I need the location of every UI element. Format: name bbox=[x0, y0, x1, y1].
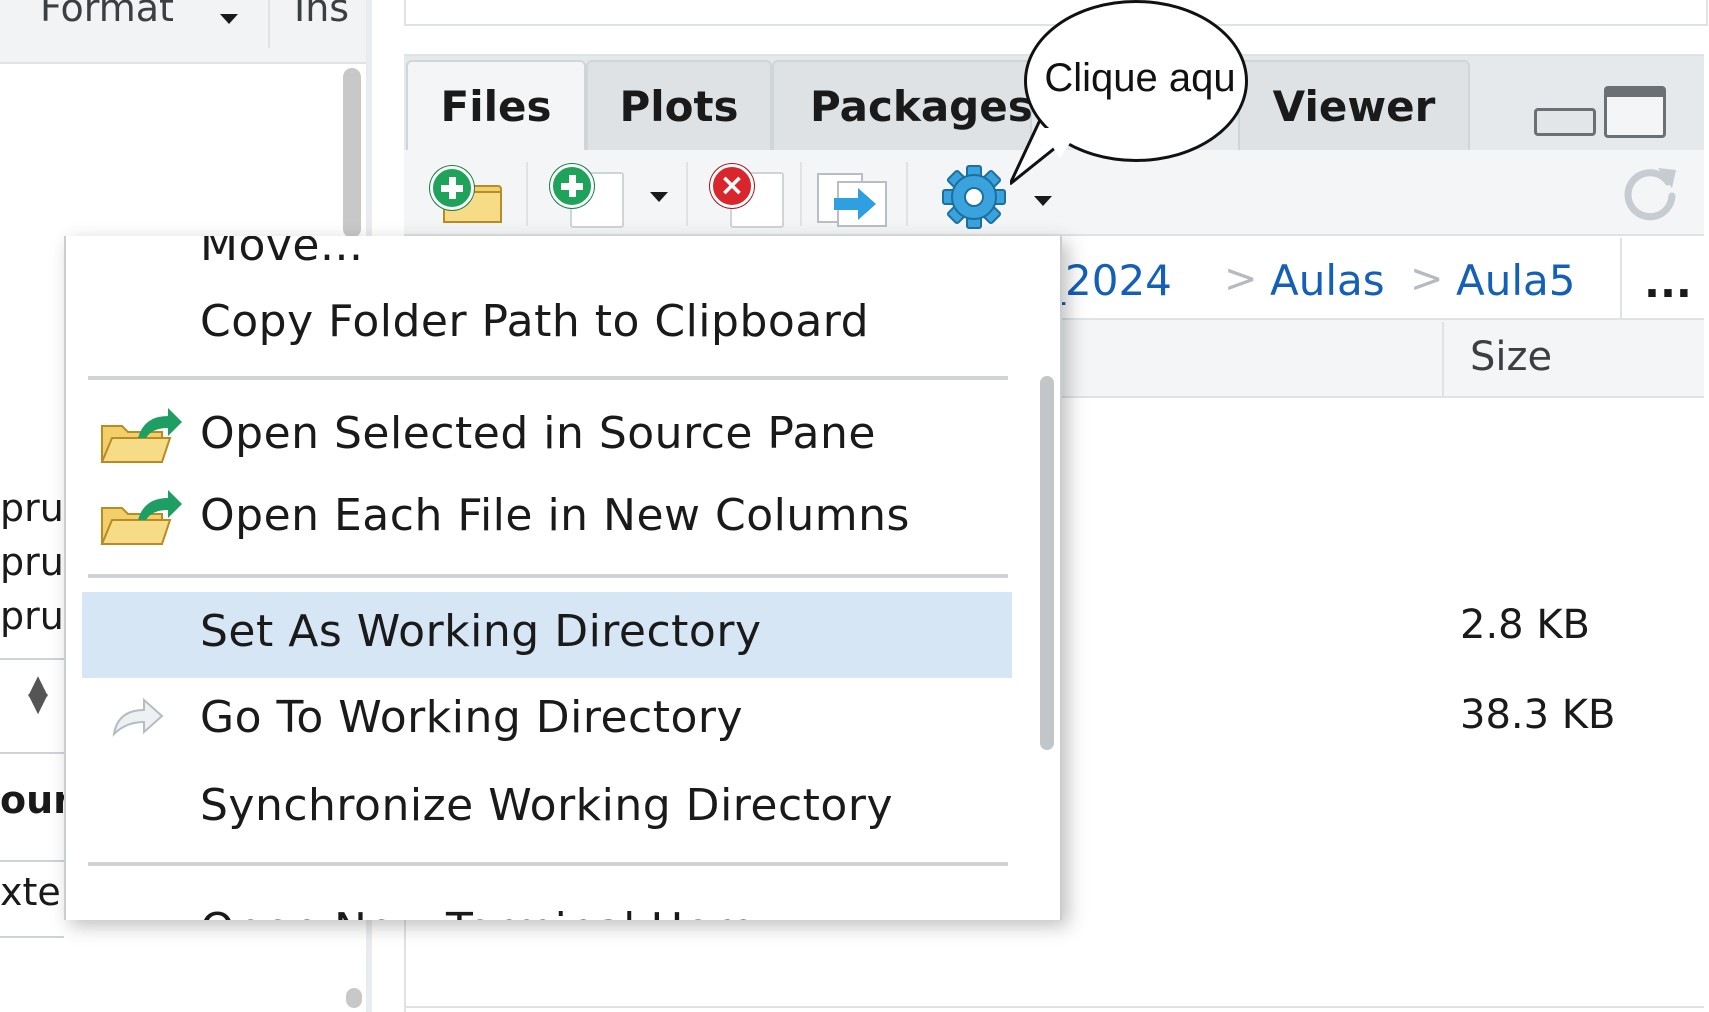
menu-item-copy-folder-path[interactable]: Copy Folder Path to Clipboard bbox=[66, 282, 1032, 368]
section-heading: our bbox=[0, 778, 64, 822]
menu-item-label: Synchronize Working Directory bbox=[200, 780, 893, 831]
format-caret-icon[interactable] bbox=[220, 14, 238, 24]
more-gear-button[interactable] bbox=[940, 164, 1008, 230]
new-folder-button[interactable] bbox=[430, 166, 506, 224]
menu-item-open-terminal-here[interactable]: Open New Terminal Here bbox=[66, 890, 1032, 920]
plus-icon bbox=[550, 164, 594, 208]
menu-item-label: Copy Folder Path to Clipboard bbox=[200, 296, 870, 347]
maximize-pane-button[interactable] bbox=[1604, 86, 1666, 138]
menu-item-label: Go To Working Directory bbox=[200, 692, 744, 743]
menu-item-label: Open New Terminal Here bbox=[200, 904, 757, 920]
menu-scrollbar-thumb[interactable] bbox=[1040, 376, 1054, 750]
open-folder-arrow-icon bbox=[100, 490, 182, 545]
format-menu[interactable]: Format bbox=[40, 0, 174, 30]
breadcrumb-separator: > bbox=[1410, 256, 1444, 302]
toolbar-divider bbox=[906, 162, 908, 226]
console-line: pruc bbox=[0, 486, 64, 530]
bubble-tail-cover bbox=[1040, 128, 1080, 158]
scrollbar-thumb[interactable] bbox=[346, 988, 362, 1008]
more-options-menu: Move... Copy Folder Path to Clipboard Op… bbox=[64, 236, 1062, 920]
menu-separator bbox=[88, 574, 1008, 578]
tab-plots[interactable]: Plots bbox=[586, 60, 772, 150]
menu-item-synchronize-working-directory[interactable]: Synchronize Working Directory bbox=[66, 766, 1032, 852]
tab-packages[interactable]: Packages bbox=[772, 60, 1033, 150]
breadcrumb-separator: > bbox=[1224, 256, 1258, 302]
divider bbox=[0, 936, 64, 938]
open-folder-arrow-icon bbox=[100, 408, 182, 463]
menu-item-open-in-source-pane[interactable]: Open Selected in Source Pane bbox=[66, 394, 1032, 480]
tab-label: Viewer bbox=[1272, 82, 1436, 131]
callout-text: Clique aqu bbox=[1044, 56, 1236, 100]
toolbar-divider bbox=[686, 162, 688, 226]
file-size-cell: 38.3 KB bbox=[1460, 692, 1616, 738]
breadcrumb-more-button[interactable]: ... bbox=[1644, 258, 1692, 307]
rename-icon bbox=[817, 173, 887, 227]
divider bbox=[0, 860, 64, 862]
menu-item-open-each-in-new-columns[interactable]: Open Each File in New Columns bbox=[66, 476, 1032, 562]
source-scrollbar[interactable] bbox=[343, 68, 361, 238]
menu-separator bbox=[88, 376, 1008, 380]
toolbar-divider bbox=[526, 162, 528, 226]
refresh-button[interactable] bbox=[1618, 160, 1682, 224]
breadcrumb-item[interactable]: _2024 bbox=[1044, 256, 1172, 305]
console-line: pruc bbox=[0, 594, 64, 638]
delete-x-icon: × bbox=[710, 164, 754, 208]
toolbar-divider bbox=[800, 162, 802, 226]
insert-label: Ins bbox=[294, 0, 350, 30]
menu-item-set-working-directory[interactable]: Set As Working Directory bbox=[82, 592, 1012, 678]
format-label: Format bbox=[40, 0, 174, 30]
tab-label: Packages bbox=[810, 82, 1033, 131]
sort-icon[interactable]: ▲ ▼ bbox=[24, 672, 52, 716]
gear-icon bbox=[942, 165, 1006, 229]
tab-label: Plots bbox=[619, 82, 739, 131]
source-toolbar: Format Ins bbox=[0, 0, 370, 64]
new-file-caret-icon[interactable] bbox=[650, 192, 668, 202]
file-size-cell: 2.8 KB bbox=[1460, 602, 1590, 648]
divider bbox=[404, 1006, 1704, 1008]
tab-label: Files bbox=[440, 82, 552, 131]
tab-viewer[interactable]: Viewer bbox=[1238, 60, 1470, 150]
divider bbox=[1620, 238, 1622, 318]
menu-item-label: Open Each File in New Columns bbox=[200, 490, 910, 541]
divider bbox=[0, 658, 64, 660]
plus-icon bbox=[430, 166, 474, 210]
rename-button[interactable] bbox=[816, 170, 890, 228]
tab-files[interactable]: Files bbox=[406, 60, 586, 150]
list-item[interactable]: xter bbox=[0, 870, 64, 914]
delete-button[interactable]: × bbox=[710, 164, 786, 228]
files-table-header bbox=[1040, 320, 1704, 398]
refresh-icon bbox=[1624, 168, 1676, 221]
divider bbox=[0, 752, 64, 754]
toolbar-divider bbox=[268, 0, 270, 48]
minimize-pane-button[interactable] bbox=[1534, 108, 1596, 136]
column-header-size[interactable]: Size bbox=[1470, 334, 1552, 380]
menu-separator bbox=[88, 862, 1008, 866]
console-line: pruc bbox=[0, 540, 64, 584]
breadcrumb-item[interactable]: Aulas bbox=[1270, 256, 1385, 305]
menu-item-label: Open Selected in Source Pane bbox=[200, 408, 876, 459]
insert-menu[interactable]: Ins bbox=[294, 0, 349, 30]
editor-strip bbox=[404, 0, 1708, 26]
menu-item-label: Move... bbox=[200, 236, 364, 271]
new-blank-file-button[interactable] bbox=[550, 164, 626, 228]
breadcrumb-item[interactable]: Aula5 bbox=[1456, 256, 1575, 305]
column-divider[interactable] bbox=[1442, 322, 1444, 396]
menu-item-go-to-working-directory[interactable]: Go To Working Directory bbox=[66, 678, 1032, 764]
forward-arrow-icon bbox=[112, 697, 164, 737]
menu-item-label: Set As Working Directory bbox=[200, 606, 762, 657]
